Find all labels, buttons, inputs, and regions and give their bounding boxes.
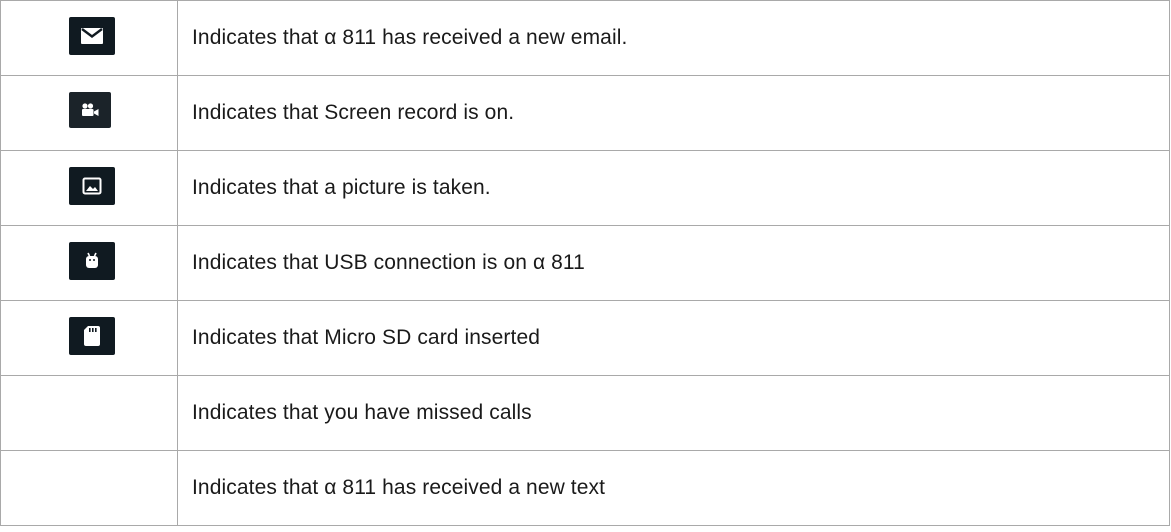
table-row: Indicates that you have missed calls xyxy=(0,375,1170,451)
row-description: Indicates that Screen record is on. xyxy=(177,75,1170,151)
row-description: Indicates that USB connection is on α 81… xyxy=(177,225,1170,301)
icon-cell-empty xyxy=(0,450,178,526)
table-row: Indicates that USB connection is on α 81… xyxy=(0,225,1170,301)
email-icon xyxy=(69,17,115,55)
table-row: Indicates that Screen record is on. xyxy=(0,75,1170,151)
row-description: Indicates that a picture is taken. xyxy=(177,150,1170,226)
icon-cell xyxy=(0,0,178,76)
icon-cell xyxy=(0,150,178,226)
row-description: Indicates that α 811 has received a new … xyxy=(177,0,1170,76)
row-description: Indicates that Micro SD card inserted xyxy=(177,300,1170,376)
android-usb-icon xyxy=(69,242,115,280)
table-row: Indicates that a picture is taken. xyxy=(0,150,1170,226)
table-row: Indicates that α 811 has received a new … xyxy=(0,0,1170,76)
icon-cell xyxy=(0,75,178,151)
sd-card-icon xyxy=(69,317,115,355)
video-camera-icon xyxy=(69,92,111,128)
picture-icon xyxy=(69,167,115,205)
status-icons-table: Indicates that α 811 has received a new … xyxy=(0,0,1170,526)
row-description: Indicates that you have missed calls xyxy=(177,375,1170,451)
table-row: Indicates that α 811 has received a new … xyxy=(0,450,1170,526)
icon-cell xyxy=(0,300,178,376)
table-row: Indicates that Micro SD card inserted xyxy=(0,300,1170,376)
row-description: Indicates that α 811 has received a new … xyxy=(177,450,1170,526)
icon-cell-empty xyxy=(0,375,178,451)
icon-cell xyxy=(0,225,178,301)
